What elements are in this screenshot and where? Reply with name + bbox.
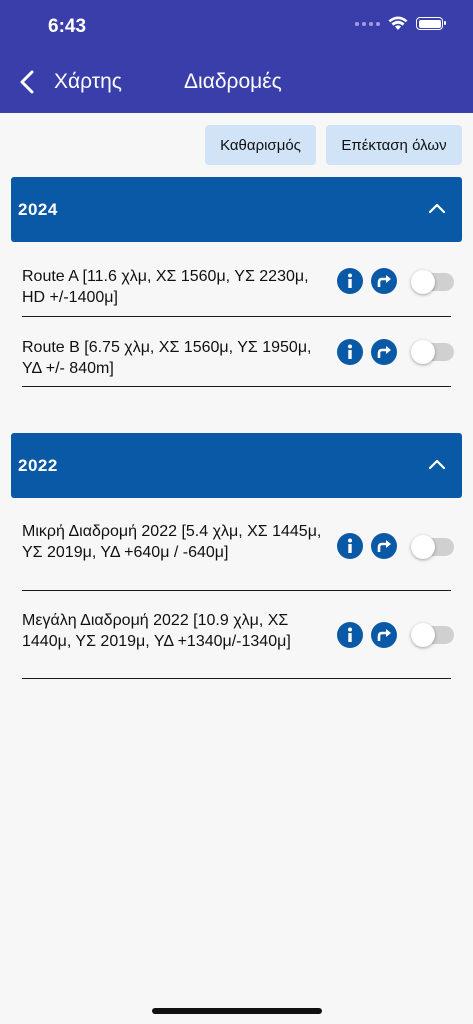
status-icons bbox=[355, 16, 446, 31]
route-item: Μεγάλη Διαδρομή 2022 [10.9 χλμ, ΧΣ 1440μ… bbox=[22, 610, 454, 679]
status-time: 6:43 bbox=[48, 16, 87, 37]
expand-all-button[interactable]: Επέκταση όλων bbox=[326, 125, 462, 165]
directions-icon[interactable] bbox=[371, 339, 397, 365]
section-header-2022[interactable]: 2022 bbox=[11, 433, 462, 498]
info-icon[interactable] bbox=[337, 622, 363, 648]
back-label: Χάρτης bbox=[54, 70, 122, 93]
route-toggle[interactable] bbox=[411, 340, 454, 364]
route-toggle[interactable] bbox=[411, 270, 454, 294]
wifi-icon bbox=[388, 16, 408, 30]
route-item: Μικρή Διαδρομή 2022 [5.4 χλμ, ΧΣ 1445μ, … bbox=[22, 521, 454, 591]
info-icon[interactable] bbox=[337, 533, 363, 559]
route-label: Route A [11.6 χλμ, ΧΣ 1560μ, ΥΣ 2230μ, H… bbox=[22, 268, 309, 306]
chevron-left-icon bbox=[12, 66, 42, 98]
signal-icon bbox=[355, 21, 380, 26]
chevron-up-icon bbox=[428, 203, 446, 214]
battery-icon bbox=[416, 17, 446, 30]
chevron-up-icon bbox=[428, 459, 446, 470]
page-title: Διαδρομές bbox=[184, 70, 282, 93]
directions-icon[interactable] bbox=[371, 622, 397, 648]
route-label: Μικρή Διαδρομή 2022 [5.4 χλμ, ΧΣ 1445μ, … bbox=[22, 523, 322, 561]
route-label: Μεγάλη Διαδρομή 2022 [10.9 χλμ, ΧΣ 1440μ… bbox=[22, 612, 291, 650]
route-item: Route A [11.6 χλμ, ΧΣ 1560μ, ΥΣ 2230μ, H… bbox=[22, 266, 454, 317]
directions-icon[interactable] bbox=[371, 268, 397, 294]
directions-icon[interactable] bbox=[371, 533, 397, 559]
section-year: 2024 bbox=[18, 199, 58, 219]
route-toggle[interactable] bbox=[411, 535, 454, 559]
route-toggle[interactable] bbox=[411, 623, 454, 647]
info-icon[interactable] bbox=[337, 268, 363, 294]
app-header: 6:43 Χάρτης Διαδρομές bbox=[0, 0, 473, 113]
info-icon[interactable] bbox=[337, 339, 363, 365]
route-item: Route B [6.75 χλμ, ΧΣ 1560μ, ΥΣ 1950μ, Υ… bbox=[22, 337, 454, 387]
section-header-2024[interactable]: 2024 bbox=[11, 177, 462, 242]
clear-button[interactable]: Καθαρισμός bbox=[205, 125, 316, 165]
home-indicator[interactable] bbox=[152, 1008, 322, 1014]
back-button[interactable]: Χάρτης bbox=[12, 66, 122, 98]
section-year: 2022 bbox=[18, 455, 58, 475]
route-label: Route B [6.75 χλμ, ΧΣ 1560μ, ΥΣ 1950μ, Υ… bbox=[22, 339, 312, 377]
